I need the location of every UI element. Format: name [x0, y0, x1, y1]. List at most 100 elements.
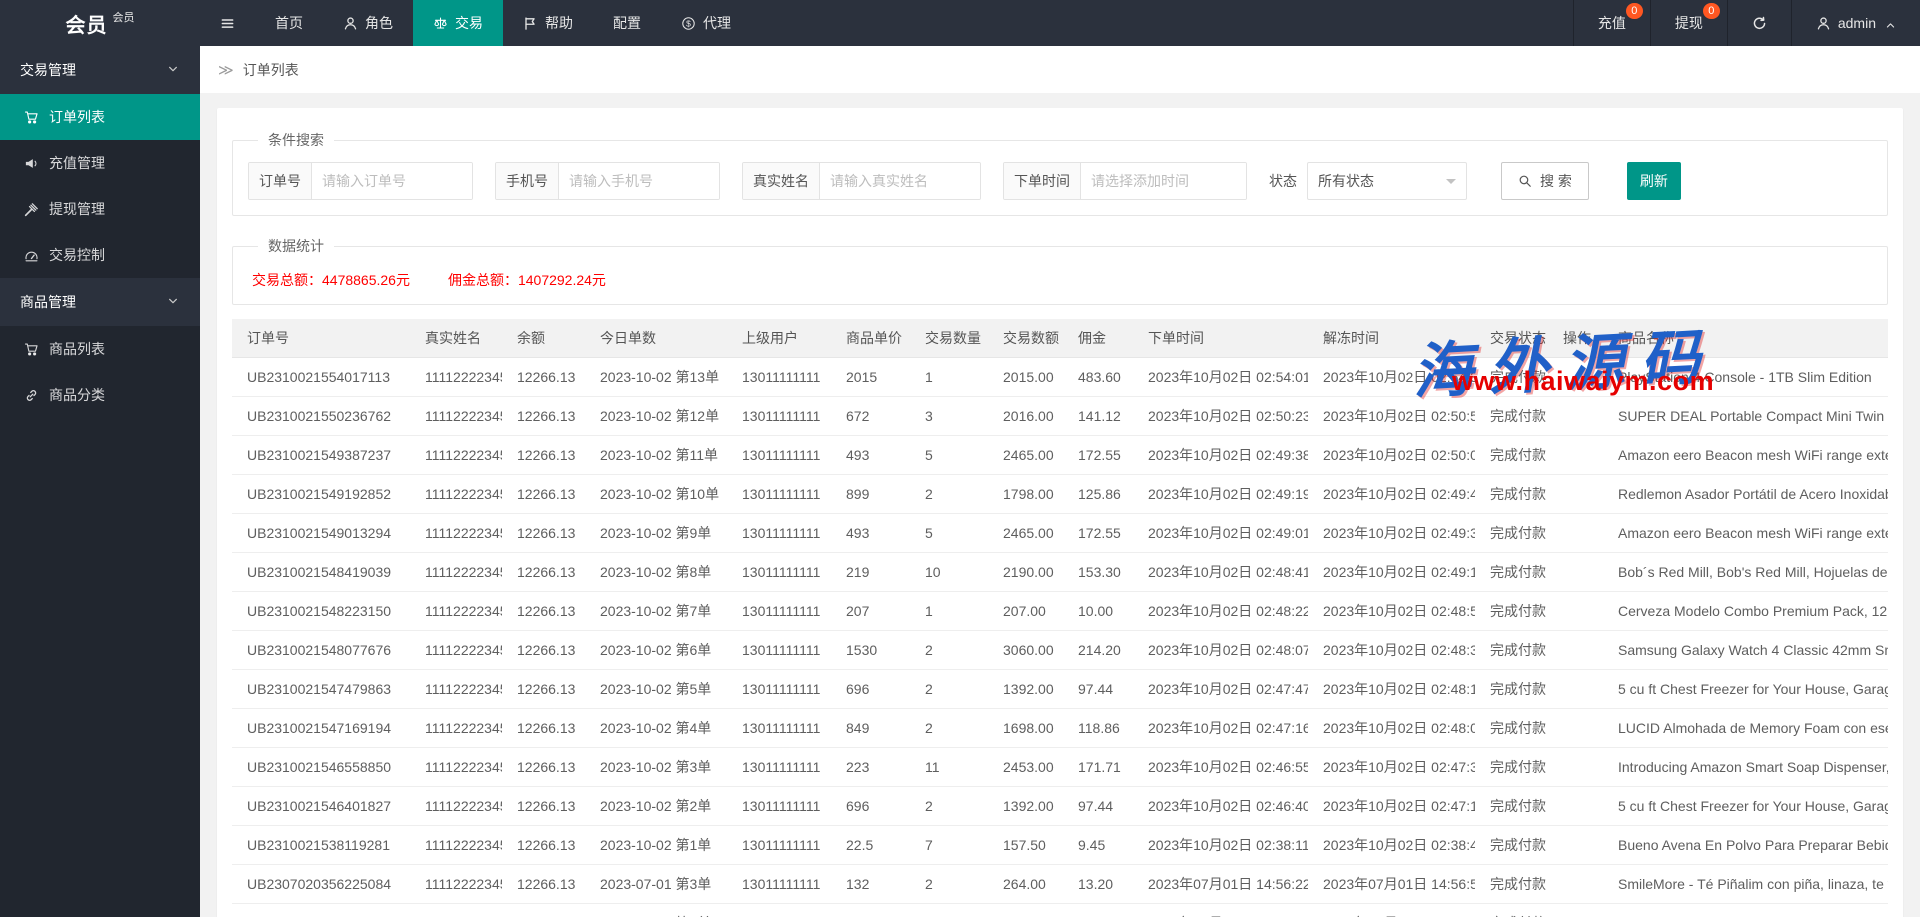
status-label: 状态 — [1269, 171, 1297, 191]
cell-unit-price: 696 — [831, 786, 910, 825]
cell-unfreeze-time: 2023年10月02日 02:38:44 — [1308, 825, 1475, 864]
brand-sup: 会员 — [113, 9, 135, 25]
topnav-item-refresh[interactable] — [1727, 0, 1791, 46]
cell-commission: 172.55 — [1063, 435, 1133, 474]
cell-parent-user: 13011111111 — [727, 786, 831, 825]
cell-order-no: UB2310021546401827 — [232, 786, 410, 825]
sidebar-item-withdraw-management[interactable]: 提现管理 — [0, 186, 200, 232]
cell-unfreeze-time: 2023年10月02日 02:48:19 — [1308, 669, 1475, 708]
status-select[interactable]: 所有状态 — [1307, 162, 1467, 200]
sidebar-item-order-list[interactable]: 订单列表 — [0, 94, 200, 140]
top-navbar: 会员 会员 首页角色交易 帮助 配置 $代理 充值0提现0 admin — [0, 0, 1920, 46]
topnav-item-help[interactable]: 帮助 — [503, 0, 593, 46]
cell-parent-user: 13011111111 — [727, 513, 831, 552]
cell-commission: 125.86 — [1063, 474, 1133, 513]
chevron-up-icon — [1885, 18, 1896, 29]
cell-today-orders: 2023-10-02 第11单 — [585, 435, 727, 474]
chevron-down-icon — [1446, 179, 1456, 189]
cell-real-name: 11112222345 — [410, 591, 502, 630]
cell-unfreeze-time: 2023年07月01日 14:56:53 — [1308, 864, 1475, 903]
table-row: UB23100215484190391111222234512266.13202… — [232, 552, 1888, 591]
col-header-action: 操作 — [1548, 319, 1603, 357]
cell-unit-price: 219 — [831, 552, 910, 591]
cell-status: 完成付款 — [1475, 552, 1548, 591]
search-legend: 条件搜索 — [258, 130, 334, 150]
content-area: 条件搜索 订单号手机号真实姓名下单时间 状态 所有状态 搜 索 — [200, 93, 1920, 917]
cell-balance: 12266.13 — [502, 513, 585, 552]
main-layout: 交易管理订单列表充值管理提现管理交易控制商品管理商品列表商品分类 ≫ 订单列表 … — [0, 46, 1920, 917]
sidebar-item-trade-control[interactable]: 交易控制 — [0, 232, 200, 278]
cell-action — [1548, 435, 1603, 474]
cell-qty: 1 — [910, 357, 988, 396]
topnav-item-trade[interactable]: 交易 — [413, 0, 503, 46]
cell-amount: 1698.00 — [988, 708, 1063, 747]
sidebar-item-label: 订单列表 — [49, 107, 105, 127]
sidebar-item-product-list[interactable]: 商品列表 — [0, 326, 200, 372]
topnav-item-user-menu[interactable]: admin — [1791, 0, 1920, 46]
cell-today-orders: 2023-10-02 第6单 — [585, 630, 727, 669]
search-button[interactable]: 搜 索 — [1501, 162, 1589, 200]
col-header-order-no: 订单号 — [232, 319, 410, 357]
cell-order-time: 2023年07月01日 14:37:53 — [1133, 903, 1308, 917]
refresh-button[interactable]: 刷新 — [1627, 162, 1681, 200]
cell-order-time: 2023年10月02日 02:48:22 — [1133, 591, 1308, 630]
cell-order-time: 2023年10月02日 02:49:38 — [1133, 435, 1308, 474]
topnav-menu: 首页角色交易 帮助 配置 $代理 — [200, 0, 751, 46]
order-time-input[interactable] — [1081, 163, 1246, 199]
sidebar-item-product-category[interactable]: 商品分类 — [0, 372, 200, 418]
sidebar-group-trade-management[interactable]: 交易管理 — [0, 46, 200, 94]
cell-order-time: 2023年10月02日 02:48:07 — [1133, 630, 1308, 669]
cart-icon — [24, 342, 39, 357]
total-amount: 交易总额：4478865.26元 — [252, 270, 410, 290]
sidebar-group-product-management[interactable]: 商品管理 — [0, 278, 200, 326]
topnav-item-config[interactable]: 配置 — [593, 0, 661, 46]
breadcrumb-caret-icon: ≫ — [218, 61, 234, 79]
cell-unit-price: 132 — [831, 864, 910, 903]
cell-balance: 12266.13 — [502, 474, 585, 513]
stats-line: 交易总额：4478865.26元 佣金总额：1407292.24元 — [248, 266, 1872, 290]
cell-product-name: LUCID Almohada de Memory Foam con esenci… — [1603, 708, 1888, 747]
real-name-input[interactable] — [820, 163, 980, 199]
cell-real-name: 11112222345 — [410, 513, 502, 552]
sidebar-item-label: 提现管理 — [49, 199, 105, 219]
brand-logo[interactable]: 会员 会员 — [0, 0, 200, 46]
cell-order-time: 2023年10月02日 02:47:16 — [1133, 708, 1308, 747]
col-header-amount: 交易数额 — [988, 319, 1063, 357]
status-selected-value: 所有状态 — [1318, 171, 1374, 191]
search-field-phone: 手机号 — [495, 162, 720, 200]
cell-today-orders: 2023-10-02 第13单 — [585, 357, 727, 396]
col-header-status: 交易状态 — [1475, 319, 1548, 357]
cell-unit-price: 899 — [831, 474, 910, 513]
topnav-item-recharge[interactable]: 充值0 — [1573, 0, 1650, 46]
cell-unfreeze-time: 2023年10月02日 02:47:10 — [1308, 786, 1475, 825]
cell-amount: 157.50 — [988, 825, 1063, 864]
topnav-item-agent[interactable]: $代理 — [661, 0, 751, 46]
topnav-item-label: 充值 — [1598, 13, 1626, 33]
cell-commission: 171.71 — [1063, 747, 1133, 786]
cell-amount: 2453.00 — [988, 747, 1063, 786]
topnav-item-label: 配置 — [613, 13, 641, 33]
cell-unfreeze-time: 2023年10月02日 02:50:09 — [1308, 435, 1475, 474]
topnav-right: 充值0提现0 admin — [1573, 0, 1920, 46]
topnav-item-withdraw[interactable]: 提现0 — [1650, 0, 1727, 46]
cell-real-name: 11112222345 — [410, 435, 502, 474]
phone-input[interactable] — [559, 163, 719, 199]
table-row: UB23100215474798631111222234512266.13202… — [232, 669, 1888, 708]
sidebar-item-recharge-management[interactable]: 充值管理 — [0, 140, 200, 186]
topnav-item-roles[interactable]: 角色 — [323, 0, 413, 46]
cell-commission: 97.44 — [1063, 669, 1133, 708]
search-fieldset: 条件搜索 订单号手机号真实姓名下单时间 状态 所有状态 搜 索 — [232, 130, 1888, 216]
cell-action — [1548, 669, 1603, 708]
horn-icon — [24, 156, 39, 171]
topnav-item-menu-toggle[interactable] — [200, 0, 255, 46]
commission-total: 佣金总额：1407292.24元 — [448, 270, 606, 290]
balance-icon — [433, 16, 448, 31]
cell-today-orders: 2023-10-02 第7单 — [585, 591, 727, 630]
cell-amount: 1392.00 — [988, 669, 1063, 708]
cell-unfreeze-time: 2023年10月02日 02:48:52 — [1308, 591, 1475, 630]
topnav-item-home[interactable]: 首页 — [255, 0, 323, 46]
cell-order-no: UB2310021548223150 — [232, 591, 410, 630]
topnav-item-label: 帮助 — [545, 13, 573, 33]
cell-balance: 12266.13 — [502, 396, 585, 435]
order-no-input[interactable] — [312, 163, 472, 199]
